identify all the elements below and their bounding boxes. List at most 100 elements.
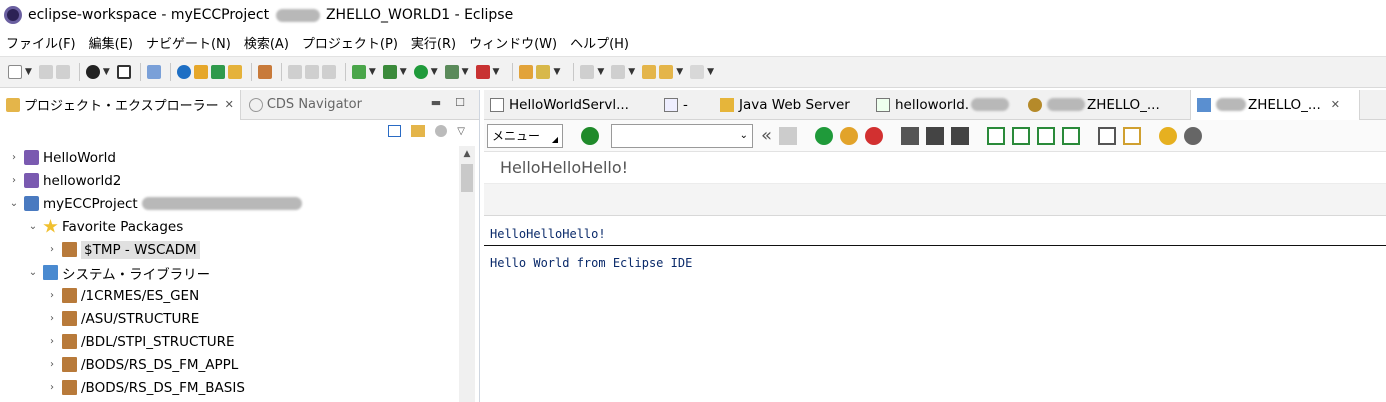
coverage-dropdown-icon[interactable]: ▼ — [462, 67, 469, 77]
external-tools-icon[interactable] — [475, 65, 490, 79]
last-page-icon[interactable] — [1062, 126, 1081, 145]
rocket-icon[interactable] — [536, 65, 551, 79]
next-annotation-icon[interactable] — [580, 65, 595, 79]
editor-tab-java-web-server[interactable]: Java Web Server — [714, 90, 870, 120]
prev-annotation-icon[interactable] — [611, 65, 626, 79]
scroll-up-icon[interactable]: ▲ — [459, 146, 475, 162]
minimize-icon[interactable]: ▬ — [431, 96, 441, 109]
sap-menu-dropdown[interactable]: メニュー ◢ — [487, 123, 563, 148]
forward-icon[interactable] — [690, 65, 705, 79]
next-page-icon[interactable] — [1037, 126, 1056, 145]
open-abap-icon[interactable] — [193, 65, 208, 79]
chevron-right-icon[interactable]: › — [46, 290, 58, 301]
pin-icon[interactable] — [146, 65, 161, 79]
chevron-right-icon[interactable]: › — [46, 244, 58, 255]
menu-window[interactable]: ウィンドウ(W) — [469, 33, 557, 52]
user-icon[interactable] — [85, 65, 100, 79]
enter-check-icon[interactable] — [581, 126, 599, 145]
save-all-icon[interactable] — [55, 65, 70, 79]
save-icon[interactable] — [779, 126, 798, 145]
tree-item[interactable]: › /1CRMES/ES_GEN — [0, 284, 479, 307]
run-dropdown-icon[interactable]: ▼ — [431, 67, 438, 77]
menu-run[interactable]: 実行(R) — [411, 33, 456, 52]
tree-item[interactable]: › /ASU/STRUCTURE — [0, 307, 479, 330]
bookmark-icon[interactable] — [257, 65, 272, 79]
tree-item[interactable]: ⌄ システム・ライブラリー — [0, 261, 479, 284]
run-config-icon[interactable] — [351, 65, 366, 79]
settings-icon[interactable] — [176, 65, 191, 79]
link-editor-icon[interactable] — [411, 125, 426, 137]
tree-scrollbar[interactable]: ▲ — [459, 146, 475, 402]
menu-help[interactable]: ヘルプ(H) — [570, 33, 629, 52]
toggle-icon[interactable] — [287, 65, 302, 79]
back-icon[interactable] — [815, 126, 834, 145]
close-icon[interactable]: ✕ — [225, 98, 234, 111]
tree-item[interactable]: › $TMP - WSCADM — [0, 238, 479, 261]
open-folder-icon[interactable] — [519, 65, 534, 79]
exit-icon[interactable] — [840, 126, 859, 145]
check-icon[interactable] — [227, 65, 242, 79]
chevron-down-icon[interactable]: ⌄ — [27, 221, 39, 232]
user-dropdown-icon[interactable]: ▼ — [103, 67, 110, 77]
find-icon[interactable] — [926, 126, 945, 145]
chevron-right-icon[interactable]: › — [8, 152, 20, 163]
chevron-right-icon[interactable]: › — [46, 359, 58, 370]
tree-item[interactable]: › helloworld2 — [0, 169, 479, 192]
tree-item[interactable]: › /BDL/STPI_STRUCTURE — [0, 330, 479, 353]
run-config-dropdown-icon[interactable]: ▼ — [369, 67, 376, 77]
forward-dropdown-icon[interactable]: ▼ — [707, 67, 714, 77]
editor-tab-servlet[interactable]: HelloWorldServl... — [484, 90, 658, 120]
chevron-right-icon[interactable]: › — [8, 175, 20, 186]
print-icon[interactable] — [901, 126, 920, 145]
menu-edit[interactable]: 編集(E) — [89, 33, 133, 52]
editor-tab-zhello-program[interactable]: ZHELLO_... — [1022, 90, 1190, 120]
chevron-right-icon[interactable]: › — [46, 336, 58, 347]
debug-dropdown-icon[interactable]: ▼ — [400, 67, 407, 77]
cancel-icon[interactable] — [865, 126, 884, 145]
block-icon[interactable] — [304, 65, 319, 79]
run-icon[interactable] — [413, 65, 428, 79]
editor-tab-zhello-sapgui[interactable]: ZHELLO_... ✕ — [1190, 89, 1360, 120]
menu-file[interactable]: ファイル(F) — [6, 33, 76, 52]
new-dropdown-icon[interactable]: ▼ — [25, 67, 32, 77]
chevron-right-icon[interactable]: › — [46, 382, 58, 393]
shortcut-icon[interactable] — [1123, 126, 1142, 145]
tree-item[interactable]: › /BODS/RS_DS_FM_BASIS — [0, 376, 479, 399]
next-annotation-dropdown-icon[interactable]: ▼ — [597, 67, 604, 77]
tree-item[interactable]: ⌄ Favorite Packages — [0, 215, 479, 238]
collapse-all-icon[interactable] — [388, 125, 402, 137]
first-page-icon[interactable] — [987, 126, 1006, 145]
gear-icon[interactable] — [1184, 126, 1203, 145]
double-chevron-left-icon[interactable]: « — [761, 125, 772, 146]
chevron-down-icon[interactable]: ⌄ — [27, 267, 39, 278]
save-icon[interactable] — [38, 65, 53, 79]
view-menu-icon[interactable]: ▽ — [457, 126, 465, 137]
console-icon[interactable] — [116, 65, 131, 79]
rocket-dropdown-icon[interactable]: ▼ — [553, 67, 560, 77]
last-edit-icon[interactable] — [642, 65, 657, 79]
help-icon[interactable] — [1159, 126, 1178, 145]
chevron-down-icon[interactable]: ⌄ — [8, 198, 20, 209]
back-dropdown-icon[interactable]: ▼ — [676, 67, 683, 77]
previous-page-icon[interactable] — [1012, 126, 1031, 145]
editor-tab-dash[interactable]: - — [658, 90, 714, 120]
menu-project[interactable]: プロジェクト(P) — [302, 33, 398, 52]
coverage-icon[interactable] — [444, 65, 459, 79]
prev-annotation-dropdown-icon[interactable]: ▼ — [628, 67, 635, 77]
find-next-icon[interactable] — [951, 126, 970, 145]
new-session-icon[interactable] — [1098, 126, 1117, 145]
format-icon[interactable] — [321, 65, 336, 79]
tree-item[interactable]: › /BODS/RS_DS_FM_APPL — [0, 353, 479, 376]
activate-icon[interactable] — [210, 65, 225, 79]
editor-tab-helloworld[interactable]: helloworld. — [870, 90, 1022, 120]
menu-search[interactable]: 検索(A) — [244, 33, 289, 52]
tab-project-explorer[interactable]: プロジェクト・エクスプローラー ✕ — [0, 89, 241, 120]
maximize-icon[interactable]: ☐ — [455, 96, 465, 109]
back-icon[interactable] — [659, 65, 674, 79]
chevron-right-icon[interactable]: › — [46, 313, 58, 324]
scroll-thumb[interactable] — [461, 164, 473, 192]
filter-icon[interactable] — [435, 125, 448, 137]
tree-item[interactable]: ⌄ myECCProject — [0, 192, 479, 215]
tree-item[interactable]: › HelloWorld — [0, 146, 479, 169]
menu-navigate[interactable]: ナビゲート(N) — [146, 33, 231, 52]
